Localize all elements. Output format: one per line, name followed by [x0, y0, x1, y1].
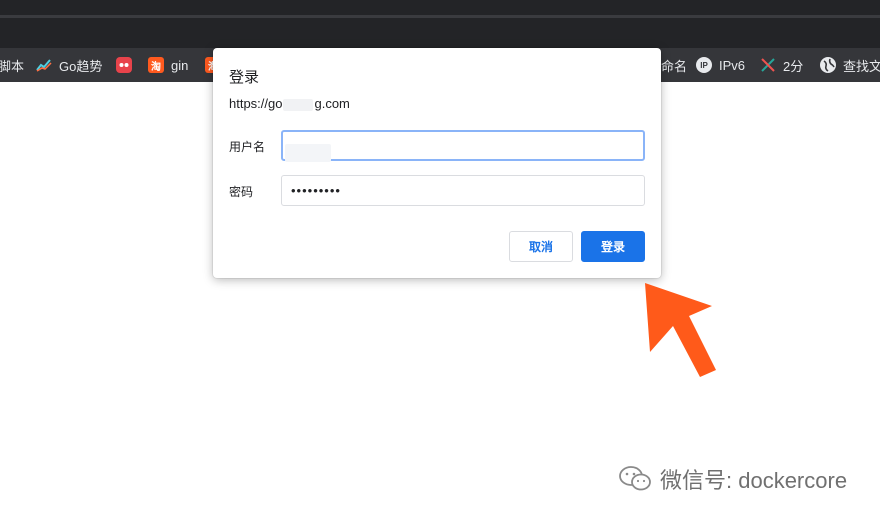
watermark-text: 微信号: dockercore: [660, 468, 848, 493]
annotation-arrow-icon: [645, 283, 716, 377]
arrow-shape: [645, 283, 716, 377]
wechat-watermark: 微信号: dockercore: [618, 462, 847, 496]
wechat-icon: [619, 466, 651, 491]
